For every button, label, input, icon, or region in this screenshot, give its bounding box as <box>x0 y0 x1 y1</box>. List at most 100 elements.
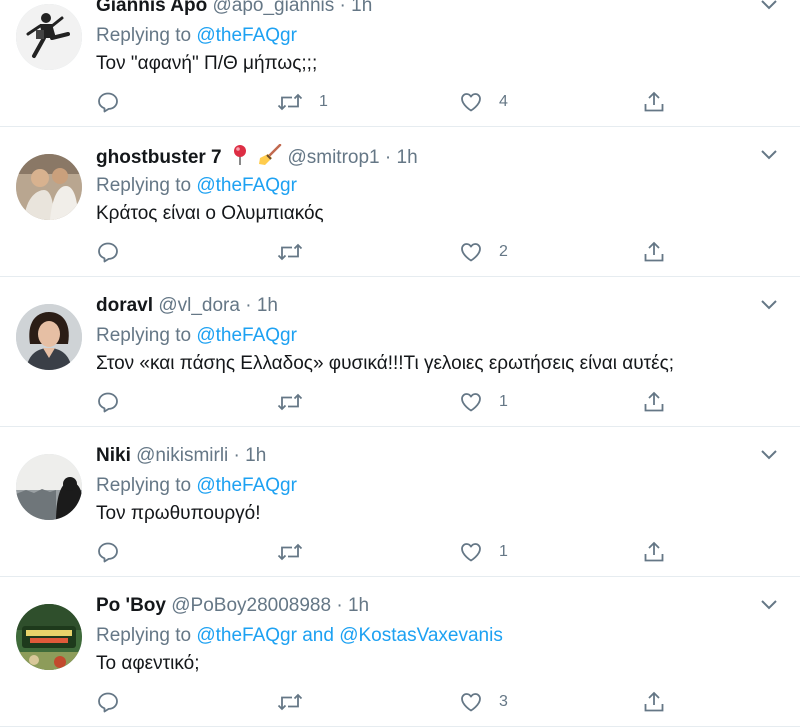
share-icon <box>644 91 664 112</box>
tweet-text: Τον πρωθυπουργό! <box>96 503 261 524</box>
mention-link[interactable]: @KostasVaxevanis <box>339 625 503 646</box>
retweet-icon <box>277 543 303 561</box>
replying-to: Replying to @theFAQgr <box>96 24 297 48</box>
avatar[interactable] <box>16 4 82 70</box>
user-handle[interactable]: @PoBoy28008988 <box>171 595 331 616</box>
avatar[interactable] <box>16 604 82 670</box>
user-handle[interactable]: @smitrop1 <box>287 147 379 168</box>
mention-link[interactable]: @theFAQgr <box>196 25 297 46</box>
reply-button[interactable] <box>96 389 136 415</box>
share-button[interactable] <box>642 689 666 715</box>
timestamp[interactable]: 1h <box>245 445 266 466</box>
tweet-actions: 3 <box>96 689 696 715</box>
user-handle[interactable]: @nikismirli <box>136 445 228 466</box>
replying-to: Replying to @theFAQgr <box>96 174 297 198</box>
like-heart-icon <box>461 93 481 112</box>
separator-dot: · <box>336 595 343 616</box>
mention-link[interactable]: @theFAQgr <box>196 475 297 496</box>
reply-button[interactable] <box>96 89 136 115</box>
retweet-button[interactable]: 1 <box>277 89 328 115</box>
replying-to-label: Replying to <box>96 25 192 46</box>
chevron-down-icon[interactable] <box>760 599 778 611</box>
replying-to-label: Replying to <box>96 325 192 346</box>
timestamp[interactable]: 1h <box>351 0 372 16</box>
retweet-button[interactable] <box>277 389 319 415</box>
mention-joiner: and <box>302 625 334 646</box>
chevron-down-icon[interactable] <box>760 449 778 461</box>
like-heart-icon <box>461 393 481 412</box>
share-icon <box>644 241 664 262</box>
reply-button[interactable] <box>96 539 136 565</box>
like-count: 2 <box>499 243 508 260</box>
replying-to: Replying to @theFAQgr and @KostasVaxevan… <box>96 624 503 648</box>
retweet-button[interactable] <box>277 539 319 565</box>
avatar[interactable] <box>16 154 82 220</box>
share-button[interactable] <box>642 239 666 265</box>
timestamp[interactable]: 1h <box>397 147 418 168</box>
tweet-text: Κράτος είναι ο Ολυμπιακός <box>96 203 324 224</box>
tweet-text: Τον "αφανή" Π/Θ μήπως;;; <box>96 53 318 74</box>
mention-link[interactable]: @theFAQgr <box>196 325 297 346</box>
reply-icon <box>98 242 118 263</box>
retweet-button[interactable] <box>277 239 319 265</box>
share-icon <box>644 541 664 562</box>
display-name[interactable]: ghostbuster 7 <box>96 147 222 168</box>
tweet-actions: 1 4 <box>96 89 696 115</box>
chevron-down-icon[interactable] <box>760 149 778 161</box>
avatar[interactable] <box>16 454 82 520</box>
timestamp[interactable]: 1h <box>348 595 369 616</box>
mention-link[interactable]: @theFAQgr <box>196 625 297 646</box>
like-count: 3 <box>499 693 508 710</box>
timestamp[interactable]: 1h <box>257 295 278 316</box>
replying-to: Replying to @theFAQgr <box>96 474 297 498</box>
like-count: 4 <box>499 93 508 110</box>
reply-button[interactable] <box>96 239 136 265</box>
chevron-down-icon[interactable] <box>760 0 778 11</box>
like-button[interactable]: 4 <box>459 89 508 115</box>
like-heart-icon <box>461 543 481 562</box>
share-icon <box>644 691 664 712</box>
share-icon <box>644 391 664 412</box>
tweet-header: Giannis Apo @apo_giannis · 1h <box>96 0 372 18</box>
user-handle[interactable]: @apo_giannis <box>212 0 334 16</box>
retweet-button[interactable] <box>277 689 319 715</box>
replying-to-label: Replying to <box>96 625 192 646</box>
tweet-actions: 2 <box>96 239 696 265</box>
retweet-icon <box>277 243 303 261</box>
like-button[interactable]: 1 <box>459 389 508 415</box>
reply-icon <box>98 542 118 563</box>
like-button[interactable]: 3 <box>459 689 508 715</box>
tweet-header: ghostbuster 7 @smitrop1 · 1h <box>96 144 418 170</box>
separator-dot: · <box>384 147 392 168</box>
reply-icon <box>98 392 118 413</box>
replying-to: Replying to @theFAQgr <box>96 324 297 348</box>
mention-link[interactable]: @theFAQgr <box>196 175 297 196</box>
chevron-down-icon[interactable] <box>760 299 778 311</box>
tweet-actions: 1 <box>96 389 696 415</box>
broom-emoji <box>259 144 282 165</box>
replying-to-label: Replying to <box>96 475 192 496</box>
user-handle[interactable]: @vl_dora <box>158 295 240 316</box>
reply-button[interactable] <box>96 689 136 715</box>
tweet[interactable]: Po 'Boy @PoBoy28008988 · 1h Replying to … <box>0 577 800 727</box>
tweet[interactable]: Niki @nikismirli · 1h Replying to @theFA… <box>0 427 800 577</box>
share-button[interactable] <box>642 539 666 565</box>
like-count: 1 <box>499 543 508 560</box>
like-button[interactable]: 2 <box>459 239 508 265</box>
avatar[interactable] <box>16 304 82 370</box>
display-name[interactable]: doravl <box>96 295 153 316</box>
display-name[interactable]: Po 'Boy <box>96 595 166 616</box>
like-heart-icon <box>461 243 481 262</box>
display-name[interactable]: Giannis Apo <box>96 0 207 16</box>
separator-dot: · <box>233 445 240 466</box>
retweet-count: 1 <box>319 93 328 110</box>
tweet[interactable]: doravl @vl_dora · 1h Replying to @theFAQ… <box>0 277 800 427</box>
share-button[interactable] <box>642 89 666 115</box>
replying-to-label: Replying to <box>96 175 192 196</box>
display-name[interactable]: Niki <box>96 445 131 466</box>
retweet-icon <box>277 93 303 111</box>
share-button[interactable] <box>642 389 666 415</box>
tweet[interactable]: Giannis Apo @apo_giannis · 1h Replying t… <box>0 0 800 127</box>
tweet[interactable]: ghostbuster 7 @smitrop1 · 1h Replying to… <box>0 127 800 277</box>
like-button[interactable]: 1 <box>459 539 508 565</box>
